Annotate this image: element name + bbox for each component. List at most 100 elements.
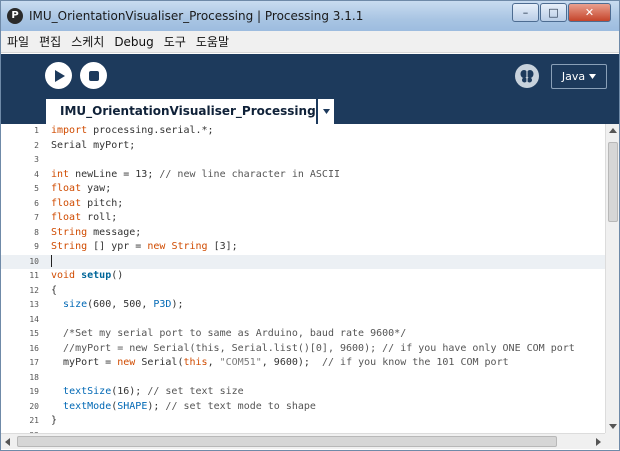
code-token: ); [147,400,166,412]
code-line[interactable]: 13 size(600, 500, P3D); [1,298,605,313]
dropdown-arrow-icon [589,74,597,79]
code-line[interactable]: 11 void setup() [1,269,605,284]
code-token: //myPort = new Serial(this, Serial.list(… [51,342,575,354]
code-token: // new line character in ASCII [159,168,340,180]
butterfly-icon [520,70,534,83]
code-token: String [171,241,208,252]
code-token: [3]; [207,241,238,252]
code-line[interactable]: 19 textSize(16); // set text size [1,385,605,400]
menu-tools[interactable]: 도구 [160,33,190,50]
horizontal-scrollbar[interactable] [1,433,605,449]
stop-icon [88,70,99,81]
code-token: [] ypr = [87,241,148,252]
code-token: this [183,357,208,368]
title-bar: P IMU_OrientationVisualiser_Processing |… [1,1,619,31]
code-line[interactable]: 20 textMode(SHAPE); // set text mode to … [1,400,605,415]
code-text: Serial myPort; [51,139,135,154]
code-line[interactable]: 14 [1,313,605,328]
code-text: String message; [51,226,141,241]
line-number: 12 [29,285,39,295]
code-line[interactable]: 4 int newLine = 13; // new line character… [1,168,605,183]
sketch-tab[interactable]: IMU_OrientationVisualiser_Processing [46,99,316,124]
mode-selector[interactable]: Java [551,64,607,89]
scroll-left-arrow-icon[interactable] [5,438,10,446]
code-line[interactable]: 5 float yaw; [1,182,605,197]
line-number: 6 [34,198,39,208]
code-token: new [147,241,166,252]
window-controls: – □ ✕ [511,3,611,22]
code-line[interactable]: 8 String message; [1,226,605,241]
code-token: } [51,415,58,426]
code-line[interactable]: 15 /*Set my serial port to same as Ardui… [1,327,605,342]
horizontal-scroll-thumb[interactable] [17,436,557,447]
code-editor[interactable]: 1 import processing.serial.*; 2 Serial myPo… [1,124,605,433]
code-line[interactable]: 1 import processing.serial.*; [1,124,605,139]
line-number: 9 [34,242,39,251]
code-token: "COM51" [219,357,262,368]
code-token: void [51,270,76,281]
code-line[interactable]: 10 [1,254,605,270]
code-token: setup [81,270,112,281]
code-line[interactable]: 17 myPort = new Serial(this, "COM51", 96… [1,356,605,371]
mode-label: Java [561,70,586,83]
code-line[interactable]: 7 float roll; [1,211,605,226]
code-token: pitch; [81,197,124,209]
stop-button[interactable] [80,62,107,89]
menu-edit[interactable]: 편집 [35,33,65,50]
code-text: float yaw; [51,182,111,197]
close-button[interactable]: ✕ [568,3,611,22]
code-token: textMode [63,400,112,412]
debugger-button[interactable] [515,64,539,88]
menu-file[interactable]: 파일 [3,33,33,50]
run-button[interactable] [45,62,72,89]
code-token: newLine = 13; [69,168,160,180]
code-token: String [51,226,88,238]
code-text: size(600, 500, P3D); [51,298,183,313]
menu-help[interactable]: 도움말 [192,33,233,50]
code-token: int [51,168,70,180]
menu-sketch[interactable]: 스케치 [67,33,108,50]
code-token: roll; [81,212,118,223]
code-line[interactable]: 2 Serial myPort; [1,139,605,154]
code-line[interactable]: 16 //myPort = new Serial(this, Serial.li… [1,342,605,357]
code-token: new [117,357,136,368]
code-text: textMode(SHAPE); // set text mode to sha… [51,400,316,415]
code-line[interactable]: 21} [1,414,605,429]
code-text: myPort = new Serial(this, "COM51", 9600)… [51,356,509,371]
scroll-right-arrow-icon[interactable] [596,438,601,446]
line-number: 5 [34,184,39,193]
code-text: } [51,414,57,429]
code-line[interactable]: 6 float pitch; [1,197,605,212]
code-token: Serial( [135,357,184,368]
minimize-button[interactable]: – [512,3,539,22]
code-text: { [51,284,57,299]
code-token: Serial myPort; [51,139,136,151]
code-token: (16); [111,386,148,397]
line-number: 18 [29,372,39,382]
code-token: // set text size [147,386,244,397]
code-token: processing.serial.*; [87,125,214,136]
vertical-scroll-thumb[interactable] [608,142,618,222]
line-number: 13 [29,300,39,309]
menu-debug[interactable]: Debug [110,35,157,49]
code-text [51,254,52,270]
code-token: float [51,212,82,223]
scroll-down-arrow-icon[interactable] [609,424,617,429]
code-line[interactable]: 18 [1,371,605,386]
line-number: 21 [29,416,39,425]
code-line[interactable]: 9 String [] ypr = new String [3]; [1,240,605,255]
line-number: 2 [34,140,39,150]
tab-menu-button[interactable] [318,99,334,124]
maximize-button[interactable]: □ [540,3,567,22]
vertical-scrollbar[interactable] [605,124,619,433]
line-number: 19 [29,387,39,396]
code-token: /*Set my serial port to same as Arduino,… [51,328,407,339]
code-line[interactable]: 12 { [1,284,605,299]
code-token: import [51,125,88,136]
code-token: , [207,357,220,368]
code-line[interactable]: 3 [1,153,605,168]
line-number: 10 [29,256,39,266]
scroll-up-arrow-icon[interactable] [609,128,617,133]
code-text: //myPort = new Serial(this, Serial.list(… [51,342,575,357]
